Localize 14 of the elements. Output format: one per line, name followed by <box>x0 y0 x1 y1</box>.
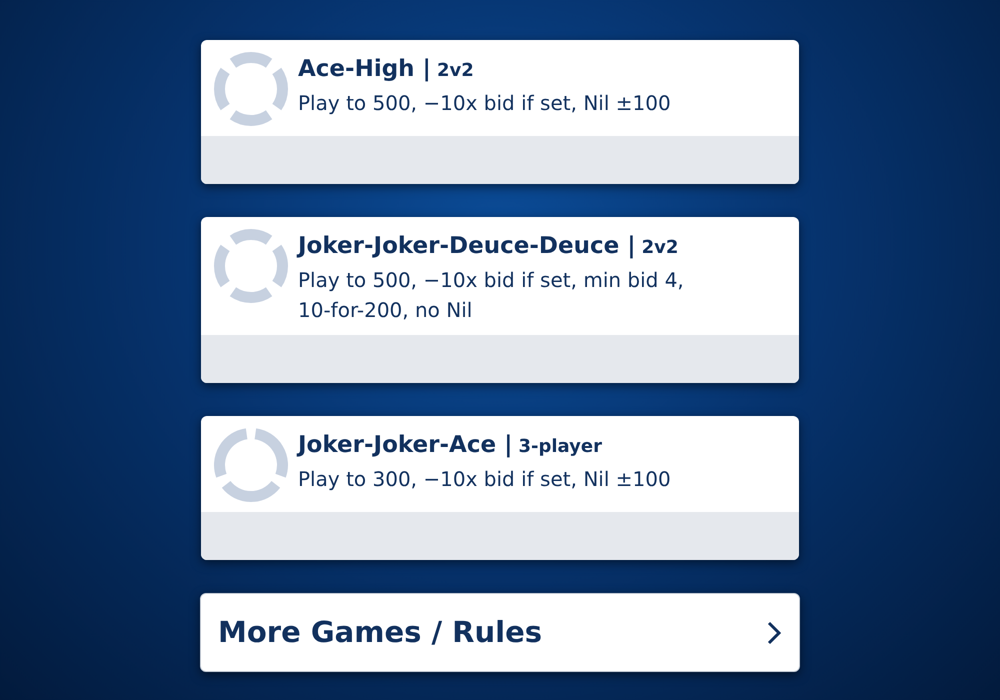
game-mode: 2v2 <box>436 59 474 83</box>
game-title: Joker-Joker-Deuce-Deuce | <box>298 232 636 261</box>
game-mode: 2v2 <box>642 236 678 260</box>
game-description: Play to 500, −10x bid if set, Nil ±100 <box>298 90 671 117</box>
game-title: Joker-Joker-Ace | <box>298 431 512 460</box>
game-title: Ace-High | <box>298 55 431 84</box>
game-description: Play to 300, −10x bid if set, Nil ±100 <box>298 466 671 493</box>
chevron-right-icon <box>766 620 782 646</box>
more-games-button[interactable]: More Games / Rules <box>200 593 800 672</box>
game-card[interactable]: Joker-Joker-Ace | 3-player Play to 300, −10x bid if set, Nil ±100 <box>201 416 799 560</box>
game-card[interactable]: Joker-Joker-Deuce-Deuce | 2v2 Play to 500, −10x bid if set, min bid 4, 10-for-200, no Nil <box>201 217 799 383</box>
game-mode: 3-player <box>518 435 602 459</box>
game-description: Play to 500, −10x bid if set, min bid 4, 10-for-200, no Nil <box>298 267 685 324</box>
game-card[interactable]: Ace-High | 2v2 Play to 500, −10x bid if set, Nil ±100 <box>201 40 799 184</box>
